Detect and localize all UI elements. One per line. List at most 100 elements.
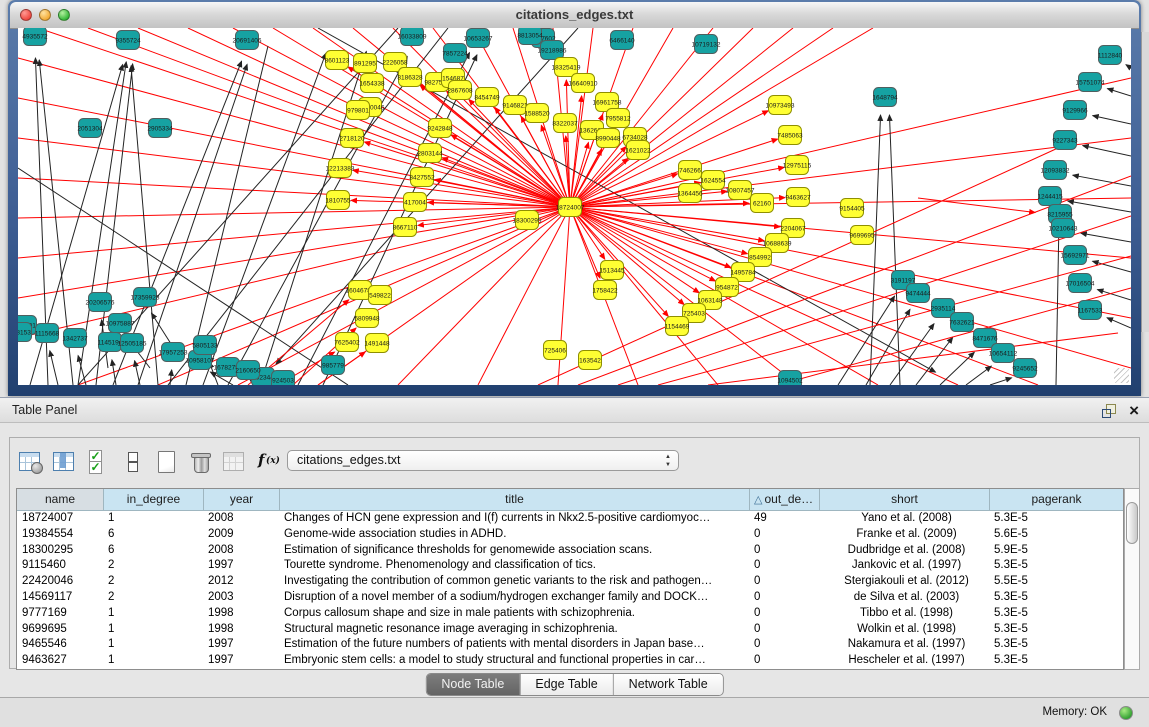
graph-node[interactable]: 20691406 [233,31,262,50]
import-table-icon[interactable] [222,449,247,474]
graph-node[interactable]: 985779 [322,356,345,375]
graph-node[interactable]: 393153 [18,323,32,342]
graph-node[interactable]: 7955812 [605,109,631,128]
graph-node[interactable]: 1624554 [700,171,726,190]
function-builder-icon[interactable]: f(x) [256,449,281,474]
tab-network-table[interactable]: Network Table [613,674,723,695]
column-header-title[interactable]: title [279,489,749,510]
close-panel-icon[interactable]: × [1129,399,1139,423]
graph-node[interactable]: 1167533 [1078,301,1103,320]
graph-node[interactable]: 8601123 [325,51,350,70]
graph-node[interactable]: 1364456 [677,184,703,203]
graph-node[interactable]: 12975115 [783,156,812,175]
graph-node[interactable]: 4935572 [22,28,48,46]
graph-node[interactable]: 18724007 [556,198,585,217]
graph-node[interactable]: 9154405 [839,199,865,218]
graph-node[interactable]: 2867608 [447,81,473,100]
graph-node[interactable]: 19218986 [538,41,567,60]
graph-node[interactable]: 1621022 [625,141,651,160]
graph-node[interactable]: 8667110 [393,218,418,237]
table-row[interactable]: 2242004622012Investigating the contribut… [17,574,1123,590]
network-canvas[interactable]: 4935572935572420691406160338097857224106… [18,28,1131,385]
citation-network-graph[interactable]: 4935572935572420691406160338097857224106… [18,28,1131,385]
graph-node[interactable]: 5805133 [192,336,218,355]
graph-node[interactable]: 62160 [751,194,774,213]
graph-node[interactable]: 1654338 [359,74,385,93]
table-row[interactable]: 1830029562008Estimation of significance … [17,543,1123,559]
graph-node[interactable]: 10973493 [766,96,795,115]
graph-node[interactable]: 2051304 [77,119,103,138]
tab-edge-table[interactable]: Edge Table [519,674,612,695]
graph-node[interactable]: 16033809 [398,28,427,46]
graph-node[interactable]: 9474444 [905,284,931,303]
tab-node-table[interactable]: Node Table [426,674,519,695]
graph-node[interactable]: 17016504 [1066,274,1095,293]
graph-node[interactable]: 1112840 [1098,46,1123,65]
column-header-name[interactable]: name [17,489,103,510]
resize-grip[interactable] [1114,368,1129,383]
graph-node[interactable]: 7857224 [442,44,468,63]
table-row[interactable]: 969969511998Structural magnetic resonanc… [17,622,1123,638]
graph-node[interactable]: 1588520 [524,104,550,123]
graph-node[interactable]: 2803144 [417,144,443,163]
graph-node[interactable]: 9245652 [1012,359,1038,378]
table-scrollbar[interactable] [1124,488,1140,670]
graph-node[interactable]: 1244415 [1037,187,1063,206]
graph-node[interactable]: 163542 [579,351,602,370]
column-header-in_degree[interactable]: in_degree [103,489,203,510]
table-row[interactable]: 1456911722003Disruption of a novel membe… [17,590,1123,606]
column-header-year[interactable]: year [203,489,279,510]
graph-node[interactable]: 417004 [404,193,427,212]
graph-node[interactable]: 725406 [544,341,567,360]
column-header-short[interactable]: short [819,489,989,510]
graph-node[interactable]: 18300295 [513,211,542,230]
graph-node[interactable]: 1491448 [364,334,390,353]
graph-node[interactable]: 17359928 [131,288,160,307]
graph-node[interactable]: 2718120 [339,129,365,148]
delete-column-icon[interactable] [188,449,213,474]
graph-node[interactable]: 7625402 [334,333,360,352]
graph-node[interactable]: 10654112 [989,344,1018,363]
graph-node[interactable]: 1513445 [599,261,625,280]
table-row[interactable]: 1872400712008Changes of HCN gene express… [17,511,1123,527]
graph-node[interactable]: 17957253 [159,343,188,362]
create-column-icon[interactable] [154,449,179,474]
table-row[interactable]: 911546021997Tourette syndrome. Phenomeno… [17,558,1123,574]
graph-node[interactable]: 2160650 [235,361,261,380]
graph-node[interactable]: 6466140 [609,31,635,50]
table-row[interactable]: 946554611997Estimation of the future num… [17,637,1123,653]
graph-node[interactable]: 8186328 [397,68,423,87]
show-columns-icon[interactable] [52,449,77,474]
column-header-pagerank[interactable]: pagerank [989,489,1123,510]
graph-node[interactable]: 1648794 [872,88,898,107]
network-window-titlebar[interactable]: citations_edges.txt [10,2,1139,29]
graph-node[interactable]: 10975887 [106,314,135,333]
graph-node[interactable]: 8990448 [595,129,621,148]
table-settings-icon[interactable] [18,449,43,474]
graph-node[interactable]: 1154469 [665,317,690,336]
graph-node[interactable]: 16640910 [569,74,598,93]
scrollbar-thumb[interactable] [1126,502,1138,544]
table-row[interactable]: 977716911998Corpus callosum shape and si… [17,606,1123,622]
graph-node[interactable]: 746266 [679,161,702,180]
graph-node[interactable]: 7485063 [777,126,803,145]
graph-node[interactable]: 8813054 [517,28,543,45]
graph-node[interactable]: 9129966 [1062,101,1088,120]
graph-node[interactable]: 20206576 [86,293,115,312]
float-panel-icon[interactable] [1102,404,1115,417]
column-header-out_degree[interactable]: △out_de… [749,489,819,510]
graph-node[interactable]: 9242848 [427,119,453,138]
graph-node[interactable]: 10210643 [1049,219,1078,238]
graph-node[interactable]: 924503 [272,371,295,386]
graph-node[interactable]: 1115668 [35,324,60,343]
graph-node[interactable]: 8322037 [552,114,578,133]
graph-node[interactable]: 2905334 [147,119,173,138]
graph-node[interactable]: 15692971 [1061,246,1090,265]
table-row[interactable]: 946362711997Embryonic stem cells: a mode… [17,653,1123,669]
graph-node[interactable]: 12505185 [118,334,147,353]
graph-node[interactable]: 9227343 [1052,131,1078,150]
graph-node[interactable]: 12093832 [1041,161,1070,180]
graph-node[interactable]: 1810755 [325,191,351,210]
graph-node[interactable]: 979801 [347,101,370,120]
graph-node[interactable]: 9463627 [785,188,811,207]
